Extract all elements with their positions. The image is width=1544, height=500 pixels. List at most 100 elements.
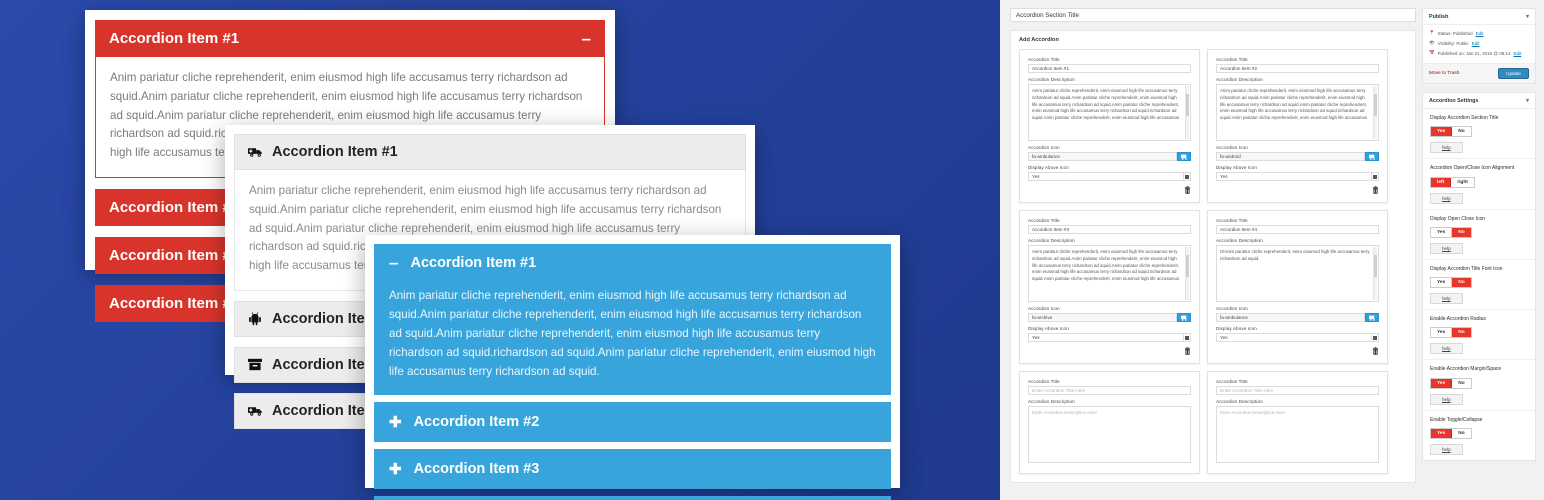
status-label: Status: Published: [1437, 30, 1473, 36]
scrollbar[interactable]: [1373, 247, 1377, 300]
accordion-title-input[interactable]: Accordion Item #1: [1028, 64, 1191, 73]
icon-picker-button[interactable]: [1365, 152, 1379, 161]
accordion-description-textarea[interactable]: Enter Accordion Description Here: [1028, 406, 1191, 463]
accordion-header-open[interactable]: – Accordion Item #1: [374, 244, 891, 282]
accordion-header-item-4[interactable]: ✚ Accordion Item #4: [374, 496, 891, 500]
accordion-title: Accordion Item #2: [413, 414, 540, 430]
setting-option-no[interactable]: No: [1452, 428, 1471, 438]
accordion-icon-input[interactable]: fa-ambulance: [1028, 152, 1177, 161]
setting-option-yes[interactable]: Yes: [1431, 378, 1453, 388]
delete-accordion-icon[interactable]: [1184, 347, 1191, 357]
help-button[interactable]: help: [1430, 192, 1463, 204]
chevron-down-icon[interactable]: ▾: [1526, 13, 1529, 20]
help-button[interactable]: help: [1430, 293, 1463, 304]
display-above-icon-select[interactable]: Yes: [1028, 172, 1191, 181]
icon-picker-button[interactable]: [1177, 152, 1191, 161]
accordion-description-textarea[interactable]: Enter Accordion Description Here: [1216, 406, 1379, 463]
accordion-title-input[interactable]: Enter Accordion Title Here: [1216, 386, 1379, 395]
help-button[interactable]: help: [1430, 242, 1463, 254]
display-above-icon-select[interactable]: Yes: [1028, 333, 1191, 342]
accordion-card: Accordion Title Enter Accordion Title Her…: [1207, 371, 1388, 474]
minus-icon[interactable]: –: [389, 254, 398, 271]
accordion-title-input[interactable]: Accordion Item #3: [1028, 225, 1191, 234]
published-edit-link[interactable]: Edit: [1513, 51, 1521, 56]
accordion-title-input[interactable]: Enter Accordion Title Here: [1028, 386, 1191, 395]
accordion-icon-input[interactable]: fa-archive: [1028, 313, 1177, 322]
icon-picker-button[interactable]: [1177, 313, 1191, 322]
setting-toggle-group[interactable]: Yes No: [1430, 427, 1472, 439]
publish-box-heading[interactable]: Publish ▾: [1423, 9, 1535, 25]
setting-toggle-group[interactable]: Yes No: [1430, 226, 1472, 238]
move-to-trash-link[interactable]: Move to Trash: [1429, 71, 1459, 76]
scrollbar[interactable]: [1185, 86, 1189, 139]
setting-option-no[interactable]: No: [1452, 227, 1471, 237]
plus-icon[interactable]: ✚: [389, 460, 402, 478]
display-above-icon-value[interactable]: Yes: [1216, 333, 1372, 342]
chevron-down-icon[interactable]: [1372, 172, 1379, 181]
accordion-title-label: Accordion Title: [1028, 57, 1060, 62]
settings-box-heading[interactable]: Accordion Settings ▾: [1423, 93, 1535, 109]
delete-accordion-icon[interactable]: [1372, 347, 1379, 357]
accordion-description-textarea[interactable]: Anim pariatur cliche reprehenderit, enim…: [1216, 84, 1379, 141]
setting-option-left[interactable]: left: [1431, 177, 1452, 187]
visibility-edit-link[interactable]: Edit: [1472, 41, 1480, 46]
setting-option-right[interactable]: right: [1451, 177, 1474, 187]
showcase-background: Accordion Item #1 – Anim pariatur cliche…: [0, 0, 1000, 500]
accordion-title-input[interactable]: Accordion Item #2: [1216, 64, 1379, 73]
setting-toggle-group[interactable]: Yes No: [1430, 277, 1472, 288]
accordion-description-textarea[interactable]: rtrAnim pariatur cliche reprehenderit, e…: [1216, 245, 1379, 302]
chevron-down-icon[interactable]: ▾: [1526, 97, 1529, 104]
setting-option-yes[interactable]: Yes: [1431, 328, 1453, 338]
display-above-icon-value[interactable]: Yes: [1028, 172, 1184, 181]
setting-toggle-group[interactable]: Yes No: [1430, 327, 1472, 339]
setting-row: Display Accordion Section Title Yes No help: [1423, 109, 1535, 160]
post-title-input[interactable]: Accordion Section Title: [1010, 8, 1416, 22]
setting-option-yes[interactable]: Yes: [1431, 278, 1453, 287]
setting-toggle-group[interactable]: left right: [1430, 176, 1475, 188]
accordion-title: Accordion Item #3: [413, 461, 540, 477]
publish-visibility-row: 👁 Visibility: Public Edit: [1429, 40, 1529, 46]
plus-icon[interactable]: ✚: [389, 413, 402, 431]
setting-toggle-group[interactable]: Yes No: [1430, 126, 1472, 138]
help-button[interactable]: help: [1430, 343, 1463, 355]
status-edit-link[interactable]: Edit: [1476, 31, 1484, 36]
accordion-title-input[interactable]: Accordion Item #4: [1216, 225, 1379, 234]
accordion-icon-input[interactable]: fa-ambulance: [1216, 313, 1365, 322]
accordion-icon-row: fa-ambulance: [1028, 152, 1191, 161]
chevron-down-icon[interactable]: [1184, 172, 1191, 181]
chevron-down-icon[interactable]: [1372, 333, 1379, 342]
icon-picker-button[interactable]: [1365, 313, 1379, 322]
setting-toggle-group[interactable]: Yes No: [1430, 377, 1472, 389]
help-button[interactable]: help: [1430, 443, 1463, 455]
accordion-description-textarea[interactable]: Anim pariatur cliche reprehenderit, enim…: [1028, 84, 1191, 141]
setting-option-yes[interactable]: Yes: [1431, 428, 1453, 438]
display-above-icon-value[interactable]: Yes: [1216, 172, 1372, 181]
setting-option-no[interactable]: No: [1452, 127, 1471, 137]
setting-option-yes[interactable]: Yes: [1431, 227, 1453, 237]
display-above-icon-select[interactable]: Yes: [1216, 333, 1379, 342]
delete-accordion-icon[interactable]: [1184, 186, 1191, 196]
setting-option-no[interactable]: No: [1452, 278, 1471, 287]
accordion-header-open[interactable]: Accordion Item #1: [234, 134, 746, 170]
update-button[interactable]: Update: [1498, 68, 1529, 79]
accordion-header-item-3[interactable]: ✚ Accordion Item #3: [374, 449, 891, 489]
accordion-icon-label: Accordion Icon: [1028, 145, 1060, 150]
minus-icon[interactable]: –: [582, 30, 591, 47]
scrollbar[interactable]: [1185, 247, 1189, 300]
delete-accordion-icon[interactable]: [1372, 186, 1379, 196]
accordion-title-label: Accordion Title: [1216, 218, 1248, 223]
display-above-icon-value[interactable]: Yes: [1028, 333, 1184, 342]
setting-option-yes[interactable]: Yes: [1431, 127, 1453, 137]
display-above-icon-select[interactable]: Yes: [1216, 172, 1379, 181]
setting-option-no[interactable]: No: [1452, 378, 1471, 388]
accordion-icon-input[interactable]: fa-android: [1216, 152, 1365, 161]
accordion-description-textarea[interactable]: Anim pariatur cliche reprehenderit, enim…: [1028, 245, 1191, 302]
accordion-header-item-2[interactable]: ✚ Accordion Item #2: [374, 402, 891, 442]
scrollbar[interactable]: [1373, 86, 1377, 139]
setting-option-no[interactable]: No: [1452, 328, 1471, 338]
publish-status-row: 📍 Status: Published Edit: [1429, 30, 1529, 36]
accordion-header-open[interactable]: Accordion Item #1 –: [95, 20, 605, 57]
help-button[interactable]: help: [1430, 393, 1463, 405]
chevron-down-icon[interactable]: [1184, 333, 1191, 342]
help-button[interactable]: help: [1430, 142, 1463, 154]
